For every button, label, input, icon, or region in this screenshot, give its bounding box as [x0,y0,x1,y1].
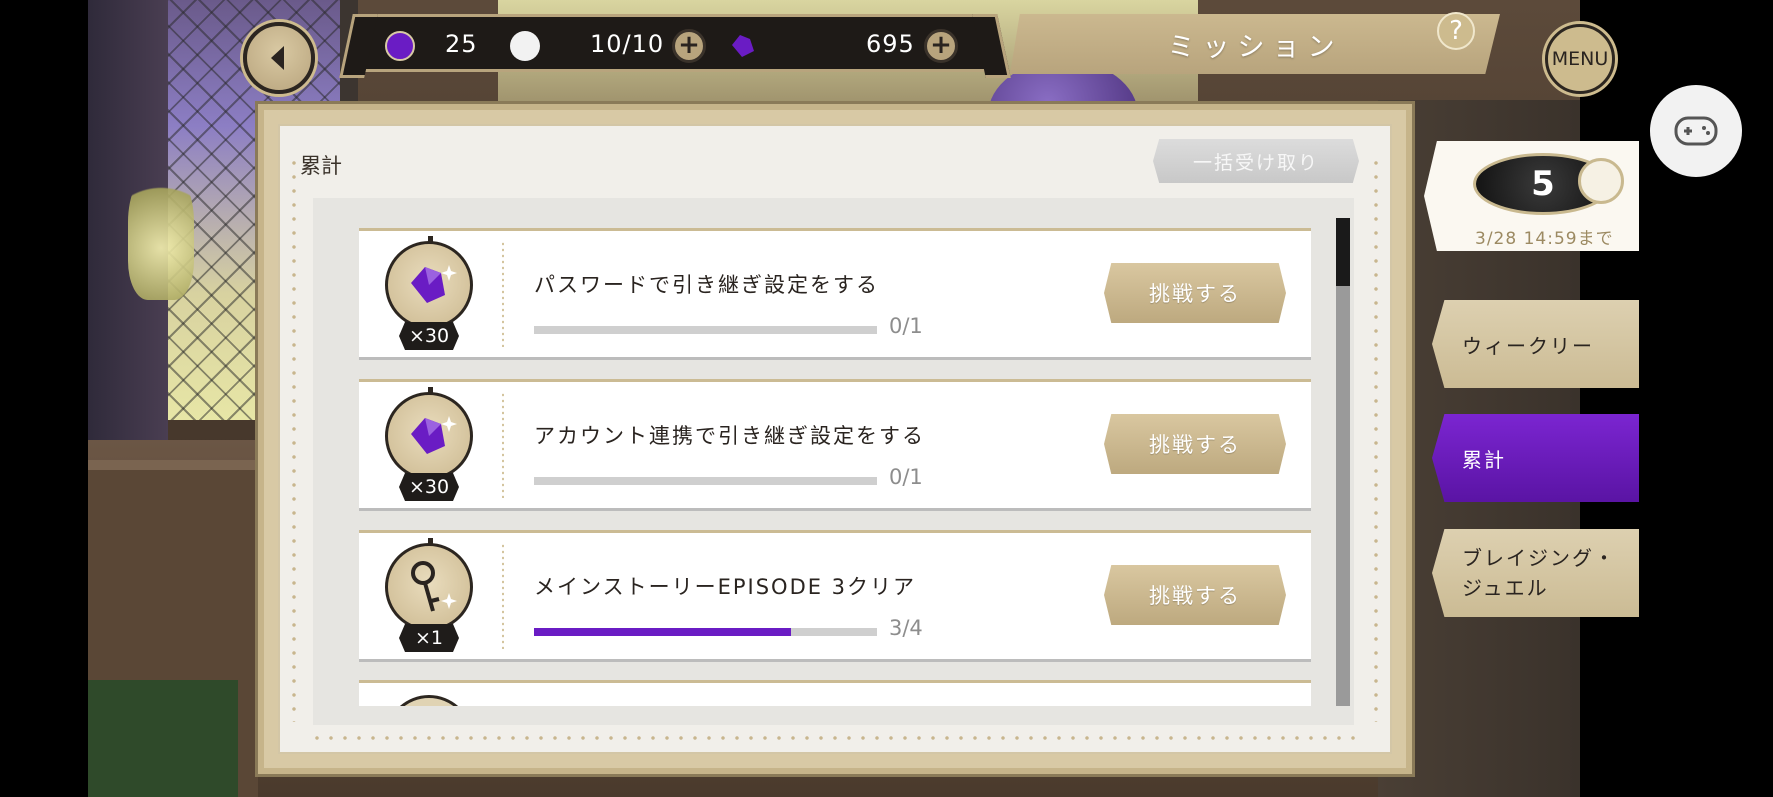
tab-blazing-jewel[interactable]: ブレイジング・ジュエル [1432,529,1639,617]
progress-text: 0/1 [889,314,923,338]
tab-total[interactable]: 累計 [1432,414,1639,502]
scrollbar-track[interactable] [1336,218,1350,706]
mission-title: メインストーリーEPISODE 3クリア [534,575,917,599]
row-divider [502,543,504,649]
scrollbar-thumb[interactable] [1336,218,1350,286]
add-stamina-button[interactable]: + [672,29,706,63]
gem-icon [732,35,754,57]
stamina-icon [510,31,540,61]
menu-button[interactable]: MENU [1545,24,1615,94]
purple-gem-icon [411,416,457,454]
progress-bar [534,326,877,334]
challenge-button[interactable]: 挑戦する [1104,414,1286,474]
mission-row: ×30 アカウント連携で引き継ぎ設定をする 0/1 挑戦する [359,379,1311,511]
key-icon [411,561,457,612]
orb-count: 25 [445,30,478,58]
panel-heading: 累計 [300,154,342,178]
claim-all-button[interactable]: 一括受け取り [1153,139,1359,183]
mission-row: ×30 パスワードで引き継ぎ設定をする 0/1 挑戦する [359,228,1311,360]
back-button[interactable] [243,22,315,94]
gamepad-button[interactable] [1650,85,1742,177]
tab-weekly[interactable]: ウィークリー [1432,300,1639,388]
gem-count: 695 [866,30,915,58]
reward-medal [385,387,473,480]
background-lamp [128,170,194,300]
row-divider [502,241,504,347]
reward-quantity: ×30 [399,322,459,350]
reward-quantity: ×30 [399,473,459,501]
resource-bar: 25 10/10 + 695 + [360,14,990,72]
background-desk-green [88,680,238,797]
orb-icon [385,31,415,61]
add-gems-button[interactable]: + [924,29,958,63]
progress-fill [534,628,792,636]
row-divider [502,392,504,498]
mission-row: ×1 メインストーリーEPISODE 3クリア 3/4 挑戦する [359,530,1311,662]
reward-medal [385,236,473,329]
mission-row-partial [359,680,1311,706]
reward-medal [385,538,473,631]
reward-quantity: ×1 [399,624,459,652]
mission-title: パスワードで引き継ぎ設定をする [534,273,879,297]
progress-bar [534,477,877,485]
help-button[interactable]: ? [1437,12,1475,50]
challenge-button[interactable]: 挑戦する [1104,565,1286,625]
progress-text: 3/4 [889,616,923,640]
page-title: ミッション [1167,31,1343,63]
panel-dots-right [1374,156,1378,722]
gamepad-icon [1674,116,1718,146]
panel-dots-left [292,156,296,722]
mission-title: アカウント連携で引き継ぎ設定をする [534,424,925,448]
event-deadline: 3/28 14:59まで [1475,229,1614,249]
stamp-badge-icon [1578,158,1624,204]
stamina-count: 10/10 [590,30,665,58]
back-arrow-icon [271,46,284,70]
purple-gem-icon [411,265,457,303]
panel-dots-bottom [310,736,1360,740]
progress-bar [534,628,877,636]
title-banner: ミッション [1010,14,1500,74]
challenge-button[interactable]: 挑戦する [1104,263,1286,323]
reward-medal [385,695,473,706]
progress-text: 0/1 [889,465,923,489]
